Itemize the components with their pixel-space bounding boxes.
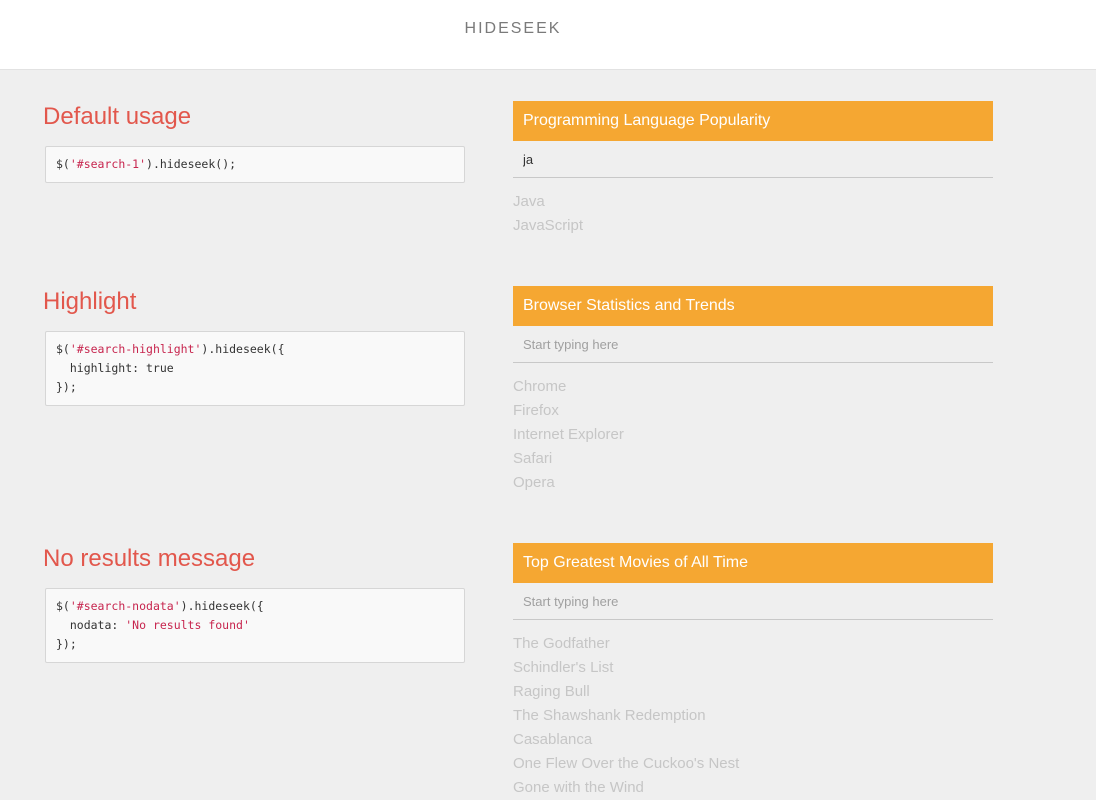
list-item: Java <box>513 193 545 210</box>
code-text: ).hideseek({ <box>201 342 285 356</box>
top-header: HIDESEEK <box>0 0 1096 70</box>
panel-header: Programming Language Popularity <box>513 101 993 141</box>
list-item: The Godfather <box>513 635 610 652</box>
code-line: $('#search-highlight').hideseek({ <box>56 340 454 359</box>
code-string: '#search-highlight' <box>69 342 202 356</box>
code-snippet: $('#search-1').hideseek(); <box>45 146 465 183</box>
search-input[interactable] <box>513 583 993 620</box>
code-string: 'No results found' <box>125 618 250 632</box>
result-list: The Godfather Schindler's List Raging Bull… <box>513 620 993 800</box>
code-line: }); <box>56 378 454 397</box>
section-title: Default usage <box>43 103 192 130</box>
code-text: ).hideseek(); <box>146 157 237 171</box>
section-title: Highlight <box>43 288 137 315</box>
search-panel-movies: Top Greatest Movies of All Time The Godf… <box>513 543 993 800</box>
list-item: Safari <box>513 450 553 467</box>
list-item: Chrome <box>513 378 567 395</box>
code-snippet: $('#search-highlight').hideseek({ highli… <box>45 331 465 406</box>
list-item: Gone with the Wind <box>513 779 644 796</box>
result-list: Chrome Firefox Internet Explorer Safari Oper… <box>513 363 993 495</box>
code-text: }); <box>56 637 77 651</box>
list-item: Opera <box>513 474 555 491</box>
list-item: Firefox <box>513 402 559 419</box>
panel-header: Top Greatest Movies of All Time <box>513 543 993 583</box>
list-item: The Shawshank Redemption <box>513 707 706 724</box>
code-line: }); <box>56 635 454 654</box>
list-item: One Flew Over the Cuckoo's Nest <box>513 755 740 772</box>
list-item: Casablanca <box>513 731 593 748</box>
code-line: nodata: 'No results found' <box>56 616 454 635</box>
list-item: Schindler's List <box>513 659 614 676</box>
code-text: $( <box>56 157 70 171</box>
code-snippet: $('#search-nodata').hideseek({ nodata: '… <box>45 588 465 663</box>
code-text: $( <box>56 342 70 356</box>
code-line: $('#search-nodata').hideseek({ <box>56 597 454 616</box>
code-line: $('#search-1').hideseek(); <box>56 155 454 174</box>
search-input[interactable] <box>513 326 993 363</box>
code-text: $( <box>56 599 70 613</box>
code-line: highlight: true <box>56 359 454 378</box>
list-item: Internet Explorer <box>513 426 624 443</box>
code-text: highlight: true <box>56 361 174 375</box>
search-panel-languages: Programming Language Popularity JavaJava… <box>513 101 993 238</box>
search-input[interactable] <box>513 141 993 178</box>
section-title: No results message <box>43 545 256 572</box>
list-item: JavaScript <box>513 217 584 234</box>
search-panel-browsers: Browser Statistics and Trends Chrome Fire… <box>513 286 993 495</box>
code-string: '#search-1' <box>69 157 147 171</box>
result-list: Java JavaScript <box>513 178 993 238</box>
panel-header: Browser Statistics and Trends <box>513 286 993 326</box>
brand-title: HIDESEEK <box>464 20 562 37</box>
list-item: Raging Bull <box>513 683 590 700</box>
code-text: ).hideseek({ <box>180 599 264 613</box>
code-text: nodata: <box>56 618 126 632</box>
code-string: '#search-nodata' <box>69 599 181 613</box>
code-text: }); <box>56 380 77 394</box>
